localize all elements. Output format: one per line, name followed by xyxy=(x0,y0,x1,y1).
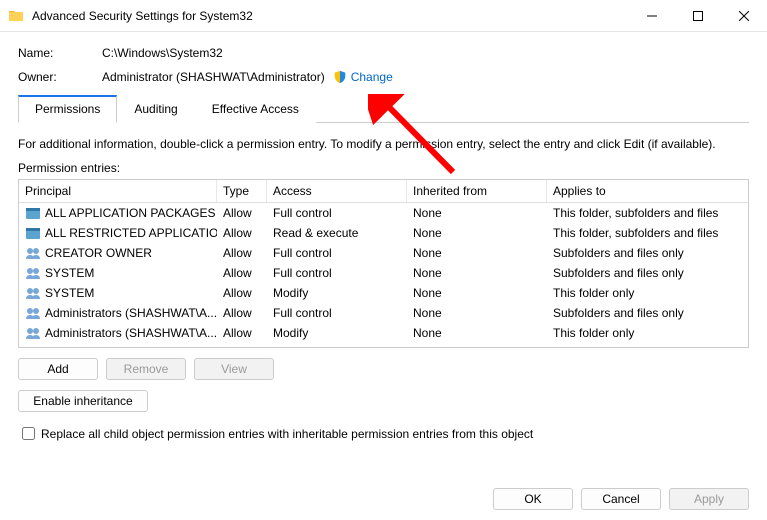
name-value: C:\Windows\System32 xyxy=(102,46,223,60)
cell-inherited: None xyxy=(407,224,547,242)
info-text: For additional information, double-click… xyxy=(18,137,749,151)
cell-inherited: None xyxy=(407,304,547,322)
table-row[interactable]: Users (SHASHWAT\Users) AllowRead & execut… xyxy=(19,343,748,348)
view-button: View xyxy=(194,358,274,380)
table-row[interactable]: Administrators (SHASHWAT\A...AllowFull c… xyxy=(19,303,748,323)
cell-access: Modify xyxy=(267,324,407,342)
cell-applies: This folder, subfolders and files xyxy=(547,224,727,242)
cell-applies: Subfolders and files only xyxy=(547,264,727,282)
principal-icon xyxy=(25,245,41,261)
cell-type: Allow xyxy=(217,224,267,242)
cell-inherited: None xyxy=(407,344,547,348)
window-title: Advanced Security Settings for System32 xyxy=(32,9,629,23)
cell-principal: ALL RESTRICTED APPLICATION... xyxy=(45,226,217,240)
col-inherited[interactable]: Inherited from xyxy=(407,180,547,202)
minimize-button[interactable] xyxy=(629,0,675,32)
cell-type: Allow xyxy=(217,264,267,282)
cell-access: Full control xyxy=(267,204,407,222)
principal-icon xyxy=(25,225,41,241)
principal-icon xyxy=(25,345,41,348)
principal-icon xyxy=(25,305,41,321)
col-access[interactable]: Access xyxy=(267,180,407,202)
cell-applies: This folder, subfolders and files xyxy=(547,344,727,348)
tabs: Permissions Auditing Effective Access xyxy=(18,94,749,123)
close-button[interactable] xyxy=(721,0,767,32)
cell-type: Allow xyxy=(217,324,267,342)
col-principal[interactable]: Principal xyxy=(19,180,217,202)
cell-applies: This folder only xyxy=(547,324,727,342)
cell-access: Full control xyxy=(267,304,407,322)
tab-auditing[interactable]: Auditing xyxy=(117,95,194,123)
change-owner-link[interactable]: Change xyxy=(351,70,393,84)
cell-applies: Subfolders and files only xyxy=(547,244,727,262)
cell-access: Read & execute xyxy=(267,344,407,348)
entries-label: Permission entries: xyxy=(18,161,749,175)
principal-icon xyxy=(25,285,41,301)
owner-value: Administrator (SHASHWAT\Administrator) xyxy=(102,70,325,84)
table-row[interactable]: Administrators (SHASHWAT\A...AllowModify… xyxy=(19,323,748,343)
shield-icon xyxy=(333,70,347,84)
table-row[interactable]: SYSTEM AllowModifyNoneThis folder only xyxy=(19,283,748,303)
cell-type: Allow xyxy=(217,304,267,322)
cell-principal: Administrators (SHASHWAT\A... xyxy=(45,306,217,320)
cell-inherited: None xyxy=(407,244,547,262)
replace-checkbox[interactable] xyxy=(22,427,35,440)
col-type[interactable]: Type xyxy=(217,180,267,202)
replace-checkbox-label: Replace all child object permission entr… xyxy=(41,427,533,441)
add-button[interactable]: Add xyxy=(18,358,98,380)
cell-type: Allow xyxy=(217,284,267,302)
ok-button[interactable]: OK xyxy=(493,488,573,510)
apply-button: Apply xyxy=(669,488,749,510)
cell-principal: Users (SHASHWAT\Users) xyxy=(45,346,189,348)
owner-label: Owner: xyxy=(18,70,102,84)
cell-inherited: None xyxy=(407,204,547,222)
cell-type: Allow xyxy=(217,344,267,348)
tab-permissions[interactable]: Permissions xyxy=(18,95,117,123)
cell-access: Full control xyxy=(267,244,407,262)
remove-button: Remove xyxy=(106,358,186,380)
maximize-button[interactable] xyxy=(675,0,721,32)
cell-principal: SYSTEM xyxy=(45,286,94,300)
cell-type: Allow xyxy=(217,244,267,262)
cell-applies: This folder, subfolders and files xyxy=(547,204,727,222)
table-row[interactable]: ALL RESTRICTED APPLICATION...AllowRead &… xyxy=(19,223,748,243)
cancel-button[interactable]: Cancel xyxy=(581,488,661,510)
table-row[interactable]: ALL APPLICATION PACKAGESAllowFull contro… xyxy=(19,203,748,223)
titlebar: Advanced Security Settings for System32 xyxy=(0,0,767,32)
principal-icon xyxy=(25,265,41,281)
principal-icon xyxy=(25,205,41,221)
cell-access: Modify xyxy=(267,284,407,302)
permissions-grid: Principal Type Access Inherited from App… xyxy=(18,179,749,348)
enable-inheritance-button[interactable]: Enable inheritance xyxy=(18,390,148,412)
cell-type: Allow xyxy=(217,204,267,222)
table-row[interactable]: CREATOR OWNER AllowFull controlNoneSubfol… xyxy=(19,243,748,263)
col-applies[interactable]: Applies to xyxy=(547,180,727,202)
cell-inherited: None xyxy=(407,284,547,302)
table-row[interactable]: SYSTEM AllowFull controlNoneSubfolders an… xyxy=(19,263,748,283)
cell-inherited: None xyxy=(407,264,547,282)
cell-access: Full control xyxy=(267,264,407,282)
cell-access: Read & execute xyxy=(267,224,407,242)
folder-icon xyxy=(8,8,24,24)
cell-applies: Subfolders and files only xyxy=(547,304,727,322)
cell-principal: CREATOR OWNER xyxy=(45,246,152,260)
cell-applies: This folder only xyxy=(547,284,727,302)
principal-icon xyxy=(25,325,41,341)
name-label: Name: xyxy=(18,46,102,60)
cell-principal: Administrators (SHASHWAT\A... xyxy=(45,326,217,340)
cell-principal: SYSTEM xyxy=(45,266,94,280)
cell-principal: ALL APPLICATION PACKAGES xyxy=(45,206,216,220)
tab-effective-access[interactable]: Effective Access xyxy=(195,95,316,123)
cell-inherited: None xyxy=(407,324,547,342)
